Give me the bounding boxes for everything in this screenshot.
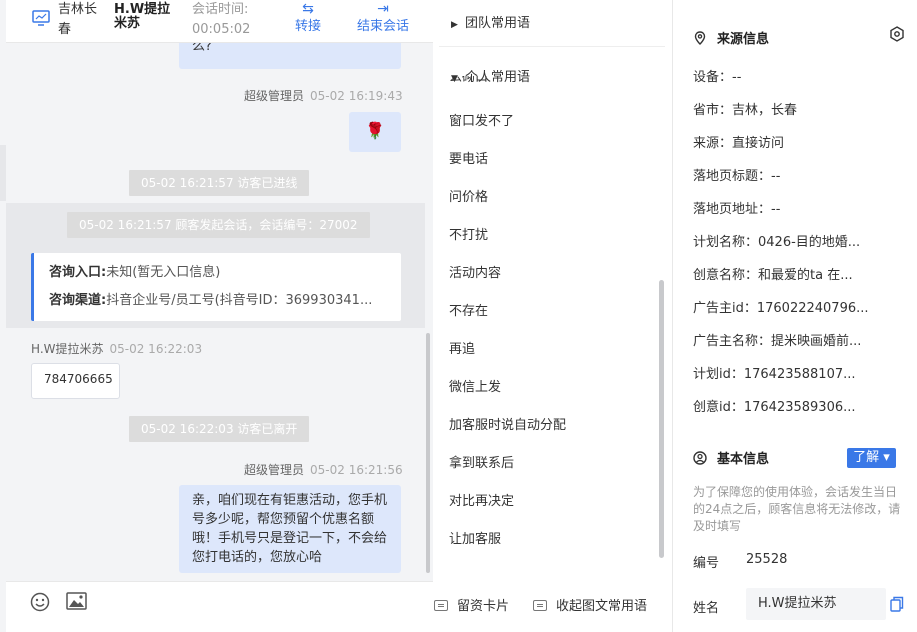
system-notice: 05-02 16:21:57 访客已进线 bbox=[129, 170, 310, 196]
section-label: 来源信息 bbox=[717, 32, 770, 47]
section-label: 基本信息 bbox=[717, 452, 770, 467]
id-value: 25528 bbox=[746, 552, 788, 567]
emoji-icon[interactable] bbox=[30, 592, 50, 612]
chat-panel: 吉林长春 H.W提拉米苏 会话时间: 00:05:02 ⇆ 转接 ⇥ 结束会话 … bbox=[0, 0, 433, 632]
copy-icon[interactable] bbox=[890, 596, 904, 612]
info-source: 来源：直接访问 bbox=[693, 136, 785, 151]
entry-label: 咨询入口: bbox=[49, 265, 107, 280]
phrase-item[interactable]: 拿到联系后 bbox=[449, 454, 514, 474]
phrase-item[interactable]: 不存在 bbox=[449, 302, 488, 322]
message-meta: 超级管理员 05-02 16:19:43 bbox=[244, 87, 403, 104]
monitor-icon bbox=[32, 10, 50, 26]
system-notice: 05-02 16:22:03 访客已离开 bbox=[129, 416, 310, 442]
transfer-button[interactable]: ⇆ 转接 bbox=[288, 0, 328, 36]
phrases-scrollbar[interactable] bbox=[659, 280, 664, 558]
consult-info-card: 咨询入口:未知(暂无入口信息) 咨询渠道:抖音企业号/员工号(抖音号ID：369… bbox=[31, 253, 401, 321]
user-circle-icon bbox=[693, 451, 707, 465]
sender-name: 超级管理员 bbox=[244, 89, 305, 103]
message-text: 784706665 bbox=[44, 372, 113, 386]
collapse-phrases-label: 收起图文常用语 bbox=[556, 599, 648, 614]
phrase-item-partial[interactable]: 么砌口 bbox=[449, 76, 529, 90]
exit-icon: ⇥ bbox=[377, 1, 389, 17]
message-text: 么? bbox=[192, 43, 212, 54]
system-notice: 05-02 16:21:57 顾客发起会话，会话编号：27002 bbox=[67, 212, 370, 238]
phrase-item[interactable]: 微信上发 bbox=[449, 378, 501, 398]
sender-name: 超级管理员 bbox=[244, 463, 305, 477]
info-advertiser-id: 广告主id：176022240796... bbox=[693, 301, 869, 316]
info-province: 省市：吉林，长春 bbox=[693, 103, 798, 118]
customer-message-bubble: 784706665 bbox=[31, 363, 120, 399]
chat-scrollbar[interactable] bbox=[426, 333, 430, 573]
id-label: 编号 bbox=[693, 556, 720, 571]
leave-card-label: 留资卡片 bbox=[457, 599, 510, 614]
name-label: 姓名 bbox=[693, 601, 720, 616]
phrase-item[interactable]: 不打扰 bbox=[449, 226, 488, 246]
leave-card-button[interactable]: 留资卡片 bbox=[434, 595, 509, 614]
phrase-item[interactable]: 加客服时说自动分配 bbox=[449, 416, 566, 436]
phrase-label: 么砌口 bbox=[449, 76, 489, 85]
phrase-item[interactable]: 再追 bbox=[449, 340, 475, 360]
session-time: 00:05:02 bbox=[192, 22, 251, 37]
image-icon[interactable] bbox=[66, 592, 87, 610]
rose-emoji: 🌹 bbox=[365, 121, 385, 140]
phrase-item[interactable]: 窗口发不了 bbox=[449, 112, 514, 132]
agent-message-bubble: 么? bbox=[179, 43, 401, 69]
sender-name: H.W提拉米苏 bbox=[31, 342, 104, 356]
edit-deadline-note: 为了保障您的使用体验，会话发生当日的24点之后，顾客信息将无法修改，请及时填写 bbox=[693, 485, 901, 533]
message-icon bbox=[533, 600, 547, 611]
chat-footer bbox=[6, 581, 433, 632]
message-list[interactable]: 么? 超级管理员 05-02 16:19:43 🌹 05-02 16:21:57 … bbox=[6, 43, 433, 581]
phrase-item[interactable]: 对比再决定 bbox=[449, 492, 514, 512]
channel-label: 咨询渠道: bbox=[49, 293, 107, 308]
card-icon bbox=[434, 600, 448, 611]
message-time: 05-02 16:21:56 bbox=[310, 463, 403, 477]
divider bbox=[439, 46, 665, 47]
caret-right-icon: ▶ bbox=[451, 20, 458, 30]
phrases-panel: ▶ 团队常用语 ▼ 个人常用语 么砌口 窗口发不了 要电话 问价格 不打扰 活动内容… bbox=[433, 0, 673, 632]
info-device: 设备：-- bbox=[693, 70, 742, 85]
phrase-item[interactable]: 问价格 bbox=[449, 188, 488, 208]
info-creative-id: 创意id：176423589306... bbox=[693, 400, 856, 415]
channel-value: 抖音企业号/员工号(抖音号ID：369930341... bbox=[106, 293, 373, 308]
info-landing-url: 落地页地址：-- bbox=[693, 202, 781, 217]
source-info-title: 来源信息 bbox=[693, 28, 769, 47]
team-phrases-group[interactable]: ▶ 团队常用语 bbox=[451, 12, 530, 31]
message-time: 05-02 16:22:03 bbox=[109, 342, 203, 356]
transfer-icon: ⇆ bbox=[302, 1, 314, 17]
phrase-item[interactable]: 要电话 bbox=[449, 150, 488, 170]
entry-value: 未知(暂无入口信息) bbox=[106, 265, 221, 280]
end-session-label: 结束会话 bbox=[356, 19, 409, 34]
agent-message-bubble: 亲，咱们现在有钜惠活动，您手机号多少呢，帮您预留个优惠名额哦！手机号只是登记一下… bbox=[179, 485, 401, 573]
customer-name: H.W提拉米苏 bbox=[114, 2, 171, 31]
info-advertiser-name: 广告主名称：提米映画婚前... bbox=[693, 334, 862, 349]
chat-header: 吉林长春 H.W提拉米苏 会话时间: 00:05:02 ⇆ 转接 ⇥ 结束会话 bbox=[6, 0, 433, 43]
message-time: 05-02 16:19:43 bbox=[310, 89, 403, 103]
session-time-label: 会话时间: bbox=[192, 2, 249, 17]
message-meta: 超级管理员 05-02 16:21:56 bbox=[244, 461, 403, 478]
message-text: 亲，咱们现在有钜惠活动，您手机号多少呢，帮您预留个优惠名额哦！手机号只是登记一下… bbox=[192, 493, 388, 565]
info-plan-id: 计划id：176423588107... bbox=[693, 367, 856, 382]
phrase-item[interactable]: 活动内容 bbox=[449, 264, 501, 284]
info-landing-title: 落地页标题：-- bbox=[693, 169, 781, 184]
end-session-button[interactable]: ⇥ 结束会话 bbox=[350, 0, 416, 36]
basic-info-title: 基本信息 bbox=[693, 448, 769, 467]
transfer-label: 转接 bbox=[294, 19, 321, 34]
agent-message-bubble: 🌹 bbox=[349, 112, 401, 152]
phrase-item[interactable]: 让加客服 bbox=[449, 530, 501, 550]
customer-location: 吉林长春 bbox=[58, 2, 98, 37]
name-field[interactable]: H.W提拉米苏 bbox=[746, 588, 886, 620]
info-creative-name: 创意名称：和最爱的ta 在... bbox=[693, 268, 853, 283]
group-label: 团队常用语 bbox=[465, 16, 531, 31]
customer-info-panel: 来源信息 设备：-- 省市：吉林，长春 来源：直接访问 落地页标题：-- 落地页… bbox=[673, 0, 917, 632]
learn-more-button[interactable]: 了解 ▾ bbox=[847, 448, 896, 468]
location-pin-icon bbox=[694, 31, 706, 45]
message-meta: H.W提拉米苏 05-02 16:22:03 bbox=[31, 340, 202, 357]
target-icon[interactable] bbox=[889, 26, 905, 42]
info-plan-name: 计划名称：0426-目的地婚... bbox=[693, 235, 861, 250]
collapse-phrases-button[interactable]: 收起图文常用语 bbox=[533, 595, 647, 614]
